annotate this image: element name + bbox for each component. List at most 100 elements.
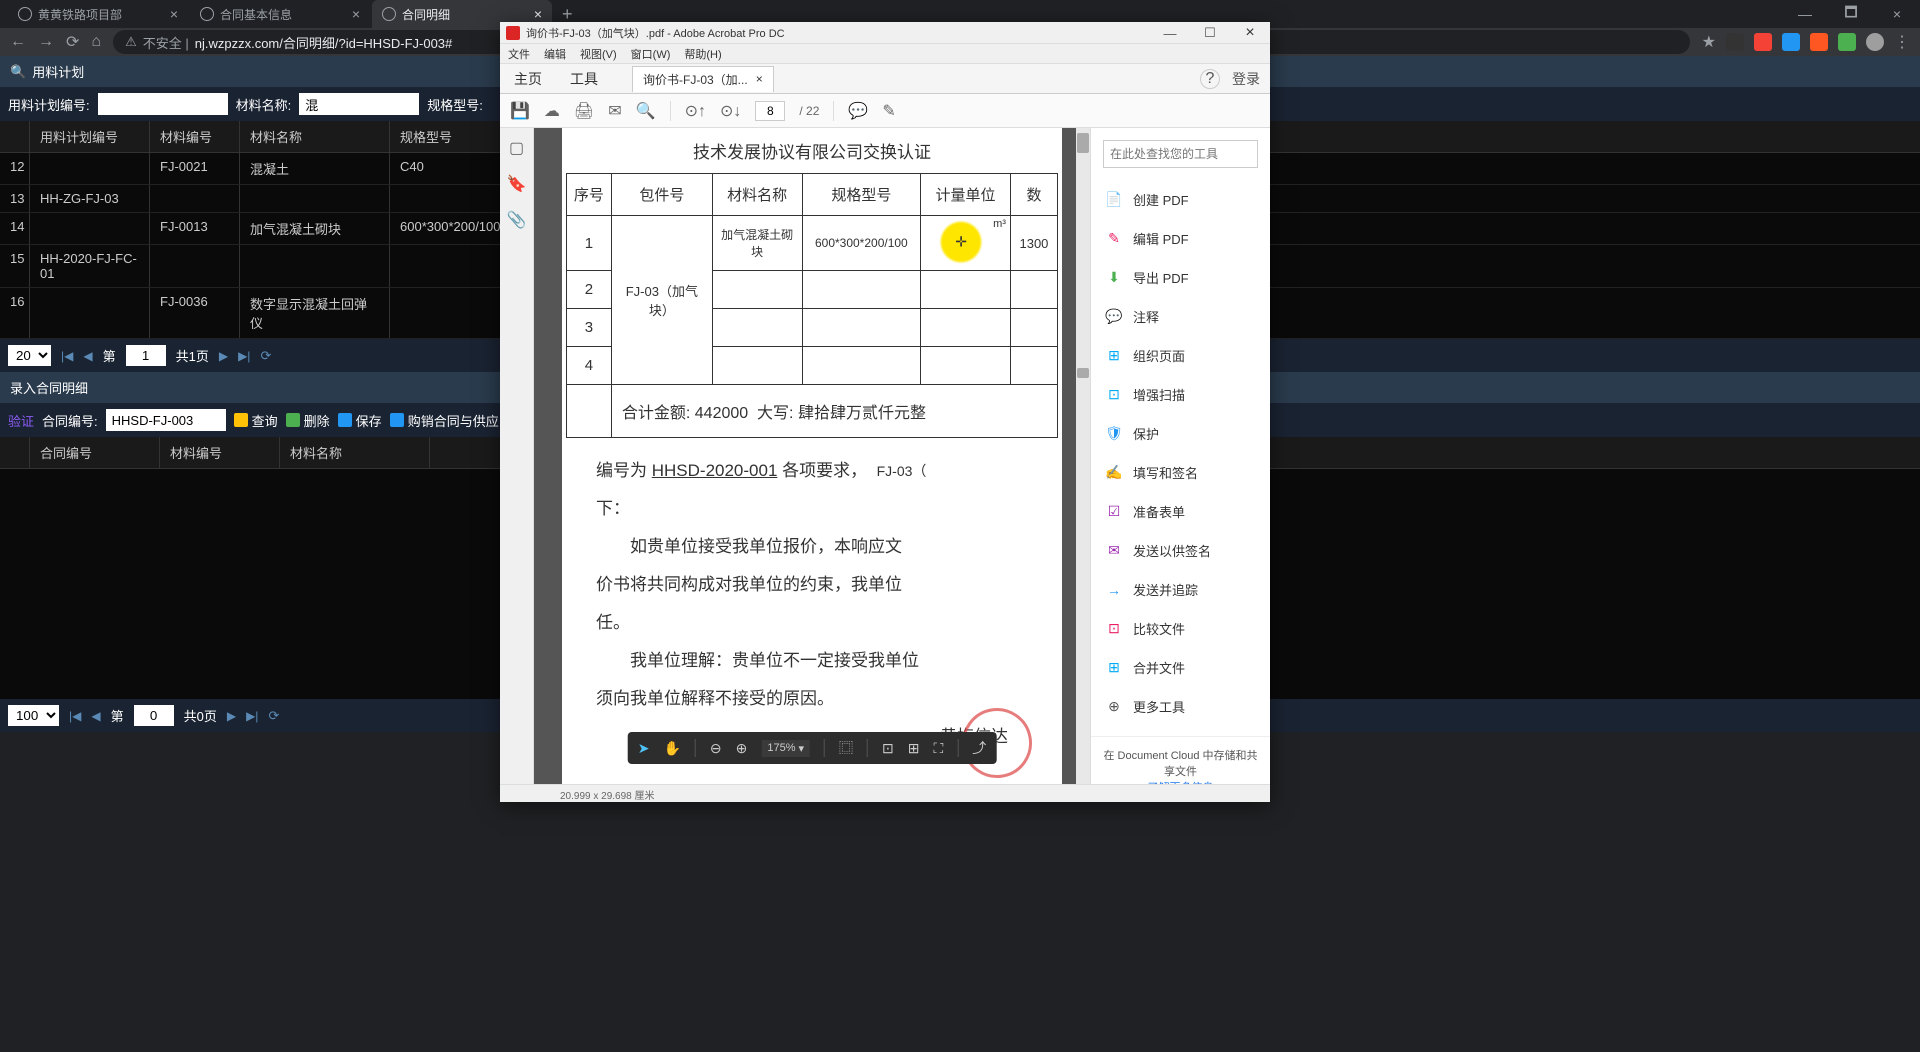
acrobat-close[interactable]: × xyxy=(1230,22,1270,44)
window-minimize[interactable]: — xyxy=(1782,0,1828,28)
acrobat-tab-home[interactable]: 主页 xyxy=(500,69,556,89)
page-input[interactable] xyxy=(126,345,166,366)
page-down-icon[interactable]: ⊙↓ xyxy=(720,101,741,121)
save-button[interactable]: 保存 xyxy=(338,411,382,430)
menu-icon[interactable]: ⋮ xyxy=(1894,32,1910,52)
menu-item[interactable]: 帮助(H) xyxy=(684,46,721,62)
read-mode-icon[interactable]: ⛶ xyxy=(933,740,943,757)
page-number-input[interactable] xyxy=(755,101,785,121)
acrobat-tab-tools[interactable]: 工具 xyxy=(556,69,612,89)
browser-tab[interactable]: 黄黄铁路项目部× xyxy=(8,0,188,28)
tool-item[interactable]: ⬇导出 PDF xyxy=(1091,258,1270,297)
search-icon[interactable]: 🔍 xyxy=(636,101,656,121)
print-icon[interactable]: 🖨 xyxy=(574,101,594,121)
page-up-icon[interactable]: ⊙↑ xyxy=(685,101,706,121)
scroll-thumb[interactable] xyxy=(1077,133,1089,153)
save-icon[interactable]: 💾 xyxy=(510,101,530,121)
hand-tool-icon[interactable]: ✋ xyxy=(663,740,680,757)
fit-visible-icon[interactable]: ⊞ xyxy=(908,740,920,757)
login-button[interactable]: 登录 xyxy=(1232,69,1260,89)
zoom-out-icon[interactable]: ⊖ xyxy=(710,740,722,757)
acrobat-document-tab[interactable]: 询价书-FJ-03（加... × xyxy=(632,66,774,92)
zoom-display[interactable]: 175%▾ xyxy=(761,740,810,757)
email-icon[interactable]: ✉ xyxy=(608,101,621,121)
tool-item[interactable]: 🛡保护 xyxy=(1091,414,1270,453)
tool-icon: ⊡ xyxy=(1105,620,1123,638)
sidebar-icon[interactable]: ▢ xyxy=(509,138,524,158)
cloud-icon[interactable]: ☁ xyxy=(544,101,560,121)
search-button[interactable]: 查询 xyxy=(234,411,278,430)
page-input[interactable] xyxy=(134,705,174,726)
tab-close-icon[interactable]: × xyxy=(352,6,360,22)
close-icon[interactable]: × xyxy=(756,72,763,86)
tool-item[interactable]: ⊡比较文件 xyxy=(1091,609,1270,648)
fit-page-icon[interactable]: ⊡ xyxy=(882,740,894,757)
pager-prev[interactable]: ◀ xyxy=(83,349,92,363)
extension-icon[interactable] xyxy=(1754,33,1772,51)
help-icon[interactable]: ? xyxy=(1200,69,1220,89)
tool-item[interactable]: ⊡增强扫描 xyxy=(1091,375,1270,414)
select-tool-icon[interactable]: ➤ xyxy=(638,740,650,757)
pager-first[interactable]: |◀ xyxy=(69,709,81,723)
pager-next[interactable]: ▶ xyxy=(219,349,228,363)
plan-no-input[interactable] xyxy=(98,93,228,115)
tool-item[interactable]: ✎编辑 PDF xyxy=(1091,219,1270,258)
tool-item[interactable]: ☑准备表单 xyxy=(1091,492,1270,531)
page-size-select[interactable]: 100 xyxy=(8,705,59,726)
home-button[interactable]: ⌂ xyxy=(91,33,101,51)
contract-no-input[interactable] xyxy=(106,409,226,431)
scrollbar[interactable] xyxy=(1076,128,1090,784)
acrobat-minimize[interactable]: — xyxy=(1150,22,1190,44)
pager-refresh[interactable]: ⟳ xyxy=(260,348,271,364)
tab-close-icon[interactable]: × xyxy=(170,6,178,22)
pager-next[interactable]: ▶ xyxy=(227,709,236,723)
tool-item[interactable]: ✉发送以供签名 xyxy=(1091,531,1270,570)
extension-icon[interactable] xyxy=(1810,33,1828,51)
tool-item[interactable]: ✍填写和签名 xyxy=(1091,453,1270,492)
fit-width-icon[interactable]: ⿴ xyxy=(839,738,853,758)
verify-link[interactable]: 验证 xyxy=(8,411,34,430)
pager-refresh[interactable]: ⟳ xyxy=(268,708,279,724)
menu-item[interactable]: 视图(V) xyxy=(580,46,617,62)
pager-last[interactable]: ▶| xyxy=(246,709,258,723)
acrobat-titlebar[interactable]: 询价书-FJ-03（加气块）.pdf - Adobe Acrobat Pro D… xyxy=(500,22,1270,44)
menu-item[interactable]: 编辑 xyxy=(544,46,566,62)
acrobat-maximize[interactable]: ☐ xyxy=(1190,22,1230,44)
browser-tab[interactable]: 合同基本信息× xyxy=(190,0,370,28)
tool-item[interactable]: ⊕更多工具 xyxy=(1091,687,1270,726)
comment-icon[interactable]: 💬 xyxy=(848,101,868,121)
material-name-input[interactable] xyxy=(299,93,419,115)
window-close[interactable]: × xyxy=(1874,0,1920,28)
tab-close-icon[interactable]: × xyxy=(534,6,542,22)
site-info-icon[interactable]: ⚠ xyxy=(125,34,137,50)
scroll-thumb[interactable] xyxy=(1077,368,1089,378)
tool-item[interactable]: →发送并追踪 xyxy=(1091,570,1270,609)
back-button[interactable]: ← xyxy=(10,33,26,51)
delete-button[interactable]: 删除 xyxy=(286,411,330,430)
menu-item[interactable]: 文件 xyxy=(508,46,530,62)
menu-item[interactable]: 窗口(W) xyxy=(631,46,671,62)
profile-avatar[interactable] xyxy=(1866,33,1884,51)
copy-contract-button[interactable]: 购销合同与供应 xyxy=(390,411,499,430)
sidebar-icon[interactable]: 📎 xyxy=(507,210,527,230)
zoom-in-icon[interactable]: ⊕ xyxy=(736,740,748,757)
tool-item[interactable]: 📄创建 PDF xyxy=(1091,180,1270,219)
extension-icon[interactable] xyxy=(1726,33,1744,51)
share-icon[interactable]: ⤴ xyxy=(972,738,986,758)
tool-item[interactable]: ⊞合并文件 xyxy=(1091,648,1270,687)
forward-button[interactable]: → xyxy=(38,33,54,51)
extension-icon[interactable] xyxy=(1838,33,1856,51)
pager-first[interactable]: |◀ xyxy=(61,349,73,363)
page-size-select[interactable]: 20 xyxy=(8,345,51,366)
pager-prev[interactable]: ◀ xyxy=(91,709,100,723)
tool-item[interactable]: ⊞组织页面 xyxy=(1091,336,1270,375)
pager-last[interactable]: ▶| xyxy=(238,349,250,363)
window-maximize[interactable]: 🗖 xyxy=(1828,0,1874,28)
extension-icon[interactable] xyxy=(1782,33,1800,51)
sidebar-icon[interactable]: 🔖 xyxy=(507,174,527,194)
reload-button[interactable]: ⟳ xyxy=(66,32,79,52)
tool-item[interactable]: 💬注释 xyxy=(1091,297,1270,336)
tools-search-input[interactable] xyxy=(1103,140,1258,168)
highlight-icon[interactable]: ✎ xyxy=(882,101,895,121)
bookmark-icon[interactable]: ★ xyxy=(1702,32,1716,52)
